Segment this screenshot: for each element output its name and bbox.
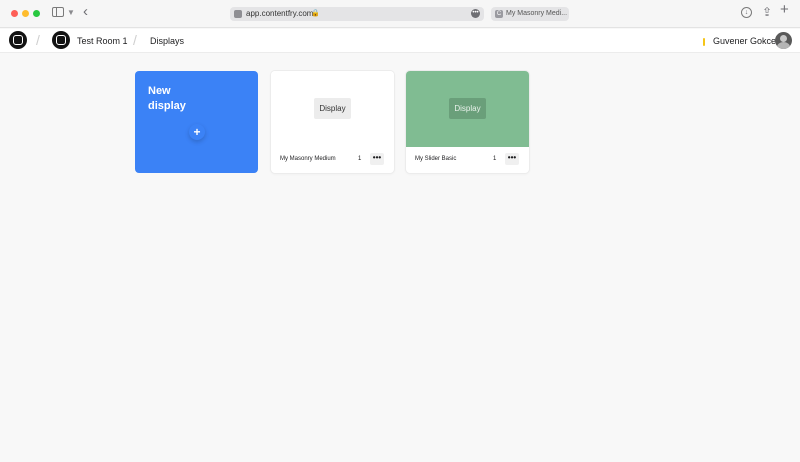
display-card-masonry[interactable]: Display My Masonry Medium 1 ••• xyxy=(271,71,394,173)
display-preview[interactable]: Display xyxy=(271,71,394,147)
more-options-button[interactable]: ••• xyxy=(370,153,384,165)
new-display-label: New display xyxy=(148,85,186,112)
more-options-icon[interactable]: ••• xyxy=(471,9,480,18)
display-preview-label: Display xyxy=(314,98,351,119)
breadcrumb-separator: / xyxy=(133,32,137,48)
app-header: / Test Room 1 / Displays Guvener Gokce xyxy=(0,29,800,53)
lock-icon: 🔒 xyxy=(311,10,320,17)
sidebar-toggle-icon[interactable] xyxy=(52,7,64,17)
status-indicator xyxy=(703,38,705,46)
display-name: My Slider Basic xyxy=(415,156,457,162)
address-url: app.contentfry.com xyxy=(246,9,314,18)
zoom-window-button[interactable] xyxy=(33,10,40,17)
breadcrumb-separator: / xyxy=(36,32,40,48)
contentfry-logo-icon[interactable] xyxy=(9,31,27,49)
browser-tab[interactable]: C My Masonry Medi... xyxy=(491,7,569,21)
new-display-card[interactable]: New display + xyxy=(135,71,258,173)
chevron-down-icon[interactable]: ▼ xyxy=(67,6,75,20)
tab-title: My Masonry Medi... xyxy=(506,10,568,17)
more-options-button[interactable]: ••• xyxy=(505,153,519,165)
site-favicon-icon xyxy=(234,10,242,18)
share-icon[interactable]: ⇪ xyxy=(762,5,772,19)
download-icon[interactable]: ↓ xyxy=(741,7,752,18)
tab-favicon-icon: C xyxy=(495,10,503,18)
display-count: 1 xyxy=(358,156,362,162)
display-count: 1 xyxy=(493,156,497,162)
breadcrumb-room[interactable]: Test Room 1 xyxy=(77,35,128,47)
close-window-button[interactable] xyxy=(11,10,18,17)
add-display-plus-icon[interactable]: + xyxy=(189,124,205,140)
display-preview-label: Display xyxy=(449,98,486,119)
back-arrow-icon[interactable]: ‹ xyxy=(83,4,88,19)
address-bar[interactable]: app.contentfry.com 🔒 ••• xyxy=(230,7,484,21)
new-tab-icon[interactable]: + xyxy=(780,2,789,17)
display-card-slider[interactable]: Display My Slider Basic 1 ••• xyxy=(406,71,529,173)
user-avatar[interactable] xyxy=(775,32,792,49)
breadcrumb-displays[interactable]: Displays xyxy=(150,35,184,47)
display-preview[interactable]: Display xyxy=(406,71,529,147)
room-avatar-icon[interactable] xyxy=(52,31,70,49)
minimize-window-button[interactable] xyxy=(22,10,29,17)
user-name[interactable]: Guvener Gokce xyxy=(713,35,776,47)
display-name: My Masonry Medium xyxy=(280,156,336,162)
browser-toolbar: ▼ ‹ app.contentfry.com 🔒 ••• C My Masonr… xyxy=(0,0,800,28)
